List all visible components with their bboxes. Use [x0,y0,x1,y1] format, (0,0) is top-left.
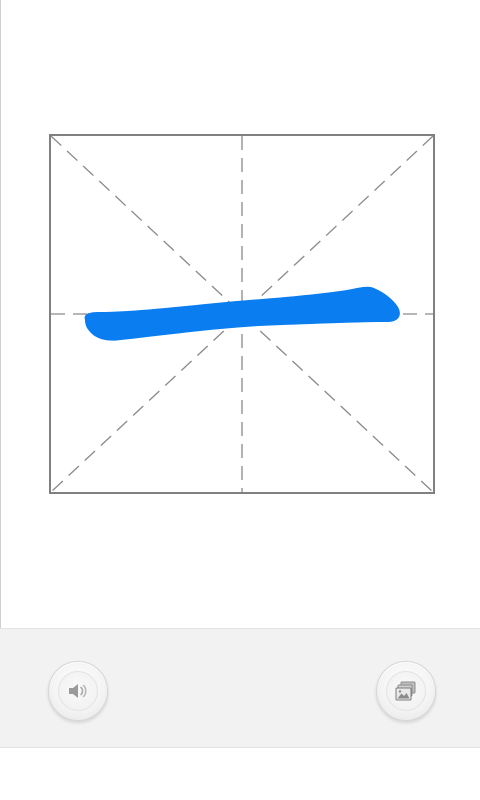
bottom-toolbar [0,628,480,748]
bottom-spacer [0,748,480,800]
character-writing-grid [49,134,435,494]
speaker-icon [69,684,87,698]
speaker-button-inner [58,671,98,711]
gallery-icon [395,681,416,701]
speaker-button[interactable] [48,661,108,721]
grid-canvas [49,134,435,494]
gallery-button-inner [386,671,426,711]
gallery-button[interactable] [376,661,436,721]
